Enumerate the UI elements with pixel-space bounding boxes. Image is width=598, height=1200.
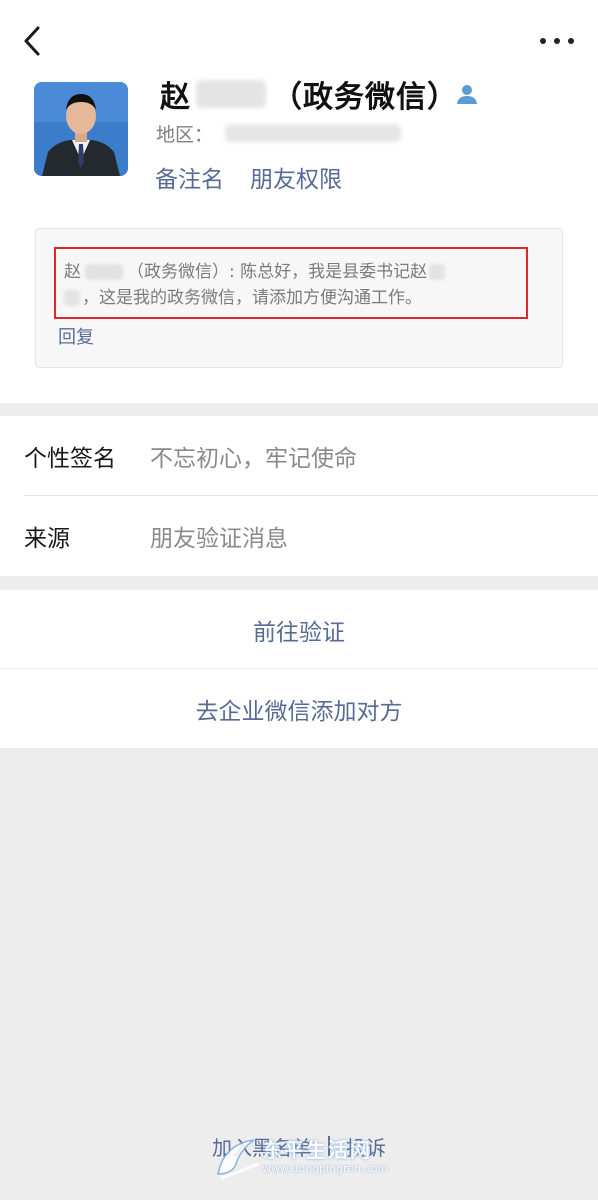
highlighted-message: 赵 （政务微信）: 陈总好，我是县委书记赵 ，这是我的政务微信，请添加方便沟通工…: [54, 247, 528, 319]
verification-message-card: 赵 （政务微信）: 陈总好，我是县委书记赵 ，这是我的政务微信，请添加方便沟通工…: [35, 228, 563, 368]
name-surname: 赵: [160, 80, 190, 115]
signature-value: 不忘初心，牢记使命: [150, 446, 357, 472]
source-row: 来源 朋友验证消息: [0, 496, 598, 576]
message-line-1: 赵 （政务微信）: 陈总好，我是县委书记赵: [64, 259, 514, 285]
footer-links: 加入黑名单 投诉: [0, 1128, 598, 1164]
avatar[interactable]: [34, 82, 128, 176]
signature-label: 个性签名: [24, 446, 116, 472]
complain-link[interactable]: 投诉: [346, 1132, 386, 1161]
message-redacted: [429, 264, 446, 280]
source-value: 朋友验证消息: [150, 526, 288, 552]
remark-link[interactable]: 备注名: [155, 160, 224, 194]
message-redacted: [85, 264, 123, 280]
chevron-left-icon[interactable]: [20, 24, 46, 58]
blacklist-link[interactable]: 加入黑名单: [212, 1132, 312, 1161]
verify-button[interactable]: 前往验证: [0, 590, 598, 669]
message-text-1: （政务微信）: 陈总好，我是县委书记赵: [127, 262, 428, 282]
region-row: 地区：: [156, 118, 402, 148]
add-via-wecom-button[interactable]: 去企业微信添加对方: [0, 669, 598, 748]
message-prefix: 赵: [64, 262, 81, 282]
reply-link[interactable]: 回复: [58, 323, 94, 349]
contact-name: 赵 （政务微信）: [160, 74, 458, 115]
footer-separator: [328, 1136, 330, 1156]
profile-links: 备注名 朋友权限: [155, 160, 342, 194]
info-section: 个性签名 不忘初心，牢记使命 来源 朋友验证消息: [0, 416, 598, 576]
actions-section: 前往验证 去企业微信添加对方: [0, 590, 598, 748]
message-line-2: ，这是我的政务微信，请添加方便沟通工作。: [64, 285, 514, 311]
more-horizontal-icon[interactable]: [540, 34, 574, 48]
permission-link[interactable]: 朋友权限: [250, 160, 342, 194]
profile-section: 赵 （政务微信） 地区： 备注名 朋友权限 赵 （政务微信）: 陈总好，我是县委…: [0, 0, 598, 403]
message-redacted: [64, 290, 80, 306]
person-icon: [457, 85, 477, 104]
name-suffix: （政务微信）: [272, 80, 458, 115]
region-label: 地区：: [156, 123, 214, 146]
source-label: 来源: [24, 526, 70, 552]
region-redacted: [225, 124, 402, 142]
message-text-2: ，这是我的政务微信，请添加方便沟通工作。: [82, 288, 422, 308]
signature-row: 个性签名 不忘初心，牢记使命: [0, 416, 598, 496]
name-redacted: [196, 80, 266, 108]
